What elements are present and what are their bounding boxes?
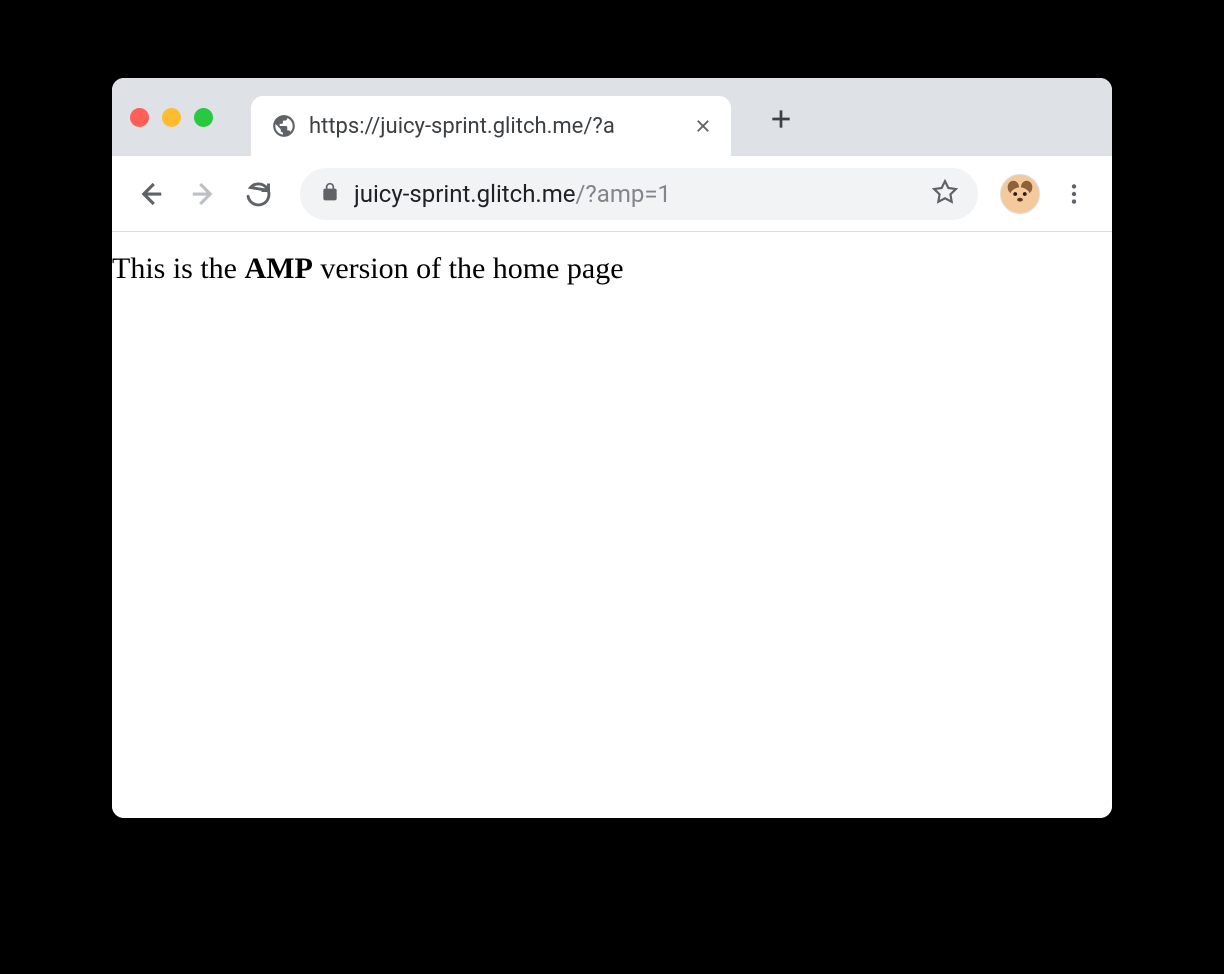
profile-avatar[interactable] — [1000, 174, 1040, 214]
window-maximize-button[interactable] — [194, 108, 213, 127]
bookmark-button[interactable] — [932, 179, 958, 209]
close-tab-button[interactable] — [693, 116, 713, 136]
lock-icon — [320, 182, 340, 206]
window-close-button[interactable] — [130, 108, 149, 127]
browser-tab[interactable]: https://juicy-sprint.glitch.me/?a — [251, 96, 731, 156]
tab-title: https://juicy-sprint.glitch.me/?a — [309, 114, 681, 139]
content-text: This is the AMP version of the home page — [112, 252, 1112, 286]
menu-button[interactable] — [1054, 174, 1094, 214]
toolbar: juicy-sprint.glitch.me/?amp=1 — [112, 156, 1112, 232]
url-text: juicy-sprint.glitch.me/?amp=1 — [354, 180, 918, 208]
window-controls — [130, 108, 213, 127]
tab-bar: https://juicy-sprint.glitch.me/?a — [112, 78, 1112, 156]
globe-icon — [271, 113, 297, 139]
browser-window: https://juicy-sprint.glitch.me/?a — [112, 78, 1112, 818]
address-bar[interactable]: juicy-sprint.glitch.me/?amp=1 — [300, 168, 978, 220]
new-tab-button[interactable] — [761, 99, 801, 139]
window-minimize-button[interactable] — [162, 108, 181, 127]
forward-button[interactable] — [184, 174, 224, 214]
page-content: This is the AMP version of the home page — [112, 232, 1112, 818]
reload-button[interactable] — [238, 174, 278, 214]
back-button[interactable] — [130, 174, 170, 214]
